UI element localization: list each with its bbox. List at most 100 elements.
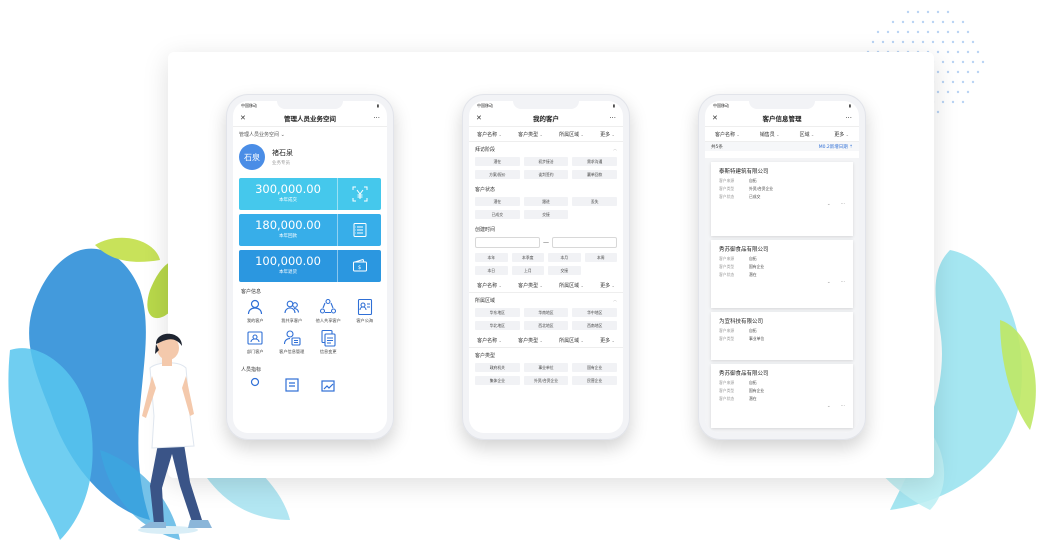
more-icon[interactable]: ··· [368, 114, 380, 122]
region-title: 所属区域 [475, 298, 496, 304]
menu-item-my-customers[interactable]: 我的客户 [237, 298, 274, 324]
chevron-up-icon[interactable]: ︿ [613, 146, 617, 153]
stage: 中国移动 ▮ ✕ 管理人员业务空间 ··· 管理人员业务空间 ⌄ 石泉 褚石泉 业… [0, 0, 1050, 549]
more-icon[interactable]: ··· [841, 202, 845, 207]
menu-item-info-change[interactable]: 信息变更 [310, 329, 347, 355]
menu-label: 客户信息管理 [279, 349, 305, 354]
filter-region[interactable]: 所属区域 [559, 337, 584, 344]
chip[interactable]: 初步接洽 [523, 157, 569, 166]
menu-label: 部门客户 [246, 349, 264, 354]
customer-name: 为宜科技有限公司 [719, 319, 764, 325]
customer-card[interactable]: 为宜科技有限公司 客户来源 自拓 客户类型 事业单位 [711, 312, 853, 360]
time-title: 创建时间 [475, 227, 496, 233]
stat-card-payments[interactable]: 180,000.00 本年回款 [239, 214, 381, 246]
expand-icon[interactable]: ⌄ [827, 280, 831, 285]
chip[interactable]: 西北地区 [523, 321, 569, 330]
filter-customer-type[interactable]: 客户类型 [518, 337, 543, 344]
customer-card[interactable]: 秀苏御食品有限公司 客户来源 自拓 客户类型 国有企业 客户状态 潜在 ⌄ ··· [711, 240, 853, 308]
chip[interactable]: 事业单位 [523, 363, 569, 372]
customer-card[interactable]: 秀苏御食品有限公司 客户来源 自拓 客户类型 国有企业 客户状态 潜在 ⌄ ··· [711, 364, 853, 428]
filter-more[interactable]: 更多 [834, 131, 849, 138]
chip[interactable]: 本季度 [511, 253, 544, 262]
chip[interactable]: 上月 [511, 266, 544, 275]
menu-label: 信息变更 [319, 349, 337, 354]
chip[interactable]: 本日 [475, 266, 508, 275]
stage-title: 拜访阶段 [475, 147, 496, 153]
filter-customer-name[interactable]: 客户名称 [477, 337, 502, 344]
more-icon[interactable]: ··· [840, 114, 852, 122]
metrics-item[interactable] [310, 376, 347, 394]
filter-customer-name[interactable]: 客户名称 [715, 131, 740, 138]
chip[interactable]: 西南地区 [572, 321, 617, 330]
chip[interactable]: 本周 [584, 253, 617, 262]
expand-icon[interactable]: ⌄ [827, 202, 831, 207]
stat-card-returns[interactable]: 100,000.00 本年退货 $ [239, 250, 381, 282]
metrics-item[interactable] [274, 376, 311, 394]
chip[interactable]: 集体企业 [475, 376, 520, 385]
filter-region[interactable]: 区域 [800, 131, 815, 138]
department-icon [247, 331, 263, 345]
space-selector[interactable]: 管理人员业务空间 ⌄ [233, 127, 387, 140]
nav-bar: ✕ 客户信息管理 ··· [705, 110, 859, 127]
chip[interactable]: 已成交 [475, 210, 520, 219]
metrics-item[interactable] [237, 376, 274, 394]
stat-value: 100,000.00 [255, 254, 321, 268]
chip[interactable]: 本月 [548, 253, 581, 262]
filter-customer-name[interactable]: 客户名称 [477, 131, 502, 138]
filter-salesperson[interactable]: 销售员 [760, 131, 780, 138]
chip[interactable]: 交接 [523, 210, 569, 219]
chip[interactable]: 方案/报价 [475, 170, 520, 179]
chip[interactable]: 跟进 [523, 197, 569, 206]
chip[interactable]: 国有企业 [572, 363, 617, 372]
menu-item-customer-info-mgmt[interactable]: 客户信息管理 [274, 329, 311, 355]
more-icon[interactable]: ··· [841, 404, 845, 409]
phone-customer-info-mgmt: 中国移动 ▮ ✕ 客户信息管理 ··· 客户名称 销售员 区域 更多 共5条 M0… [698, 94, 866, 440]
user-name: 褚石泉 [272, 149, 293, 157]
chip[interactable]: 华北地区 [475, 321, 520, 330]
filter-region[interactable]: 所属区域 [559, 131, 584, 138]
chip[interactable]: 华中地区 [572, 308, 617, 317]
close-icon[interactable]: ✕ [240, 114, 252, 122]
chip[interactable]: 华南地区 [523, 308, 569, 317]
chip[interactable]: 本年 [475, 253, 508, 262]
stat-label: 本年退货 [279, 270, 297, 275]
filter-region[interactable]: 所属区域 [559, 282, 584, 289]
menu-item-department-customers[interactable]: 部门客户 [237, 329, 274, 355]
menu-item-shared-by-others[interactable]: 他人共享客户 [310, 298, 347, 324]
field-value: 自拓 [749, 178, 757, 183]
chip[interactable]: 交接 [548, 266, 581, 275]
section-customer-info: 客户信息 [241, 289, 262, 295]
menu-item-customer-pool[interactable]: 客户公海 [347, 298, 384, 324]
filter-customer-type[interactable]: 客户类型 [518, 282, 543, 289]
field-value: 事业单位 [749, 336, 765, 341]
chevron-up-icon[interactable]: ︿ [613, 297, 617, 304]
chip[interactable]: 谈判签约 [523, 170, 569, 179]
close-icon[interactable]: ✕ [712, 114, 724, 122]
chip[interactable]: 外资/合资企业 [523, 376, 569, 385]
filter-more[interactable]: 更多 [600, 282, 615, 289]
customer-card[interactable]: 泰斯特建筑有限公司 客户来源 自拓 客户类型 外资/合资企业 客户状态 已成交 ⌄ ··… [711, 162, 853, 236]
battery-icon: ▮ [848, 103, 851, 108]
filter-customer-name[interactable]: 客户名称 [477, 282, 502, 289]
filter-customer-type[interactable]: 客户类型 [518, 131, 543, 138]
carrier-label: 中国移动 [713, 103, 729, 108]
close-icon[interactable]: ✕ [476, 114, 488, 122]
more-icon[interactable]: ··· [841, 280, 845, 285]
menu-item-shared-by-me[interactable]: 我共享客户 [274, 298, 311, 324]
chip[interactable]: 潜在 [475, 197, 520, 206]
more-icon[interactable]: ··· [604, 114, 616, 122]
filter-more[interactable]: 更多 [600, 337, 615, 344]
start-date-input[interactable] [475, 237, 540, 248]
chip[interactable]: 潜在 [475, 157, 520, 166]
sort-toggle[interactable]: M0.2新增日期 ⇡ [819, 144, 853, 150]
chip[interactable]: 民营企业 [572, 376, 617, 385]
chip[interactable]: 需求沟通 [572, 157, 617, 166]
chip[interactable]: 华东地区 [475, 308, 520, 317]
expand-icon[interactable]: ⌄ [827, 404, 831, 409]
stat-card-deals[interactable]: 300,000.00 本年成交 [239, 178, 381, 210]
filter-more[interactable]: 更多 [600, 131, 615, 138]
chip[interactable]: 赢单回款 [572, 170, 617, 179]
chip[interactable]: 政府机关 [475, 363, 520, 372]
end-date-input[interactable] [552, 237, 617, 248]
chip[interactable]: 丢失 [572, 197, 617, 206]
